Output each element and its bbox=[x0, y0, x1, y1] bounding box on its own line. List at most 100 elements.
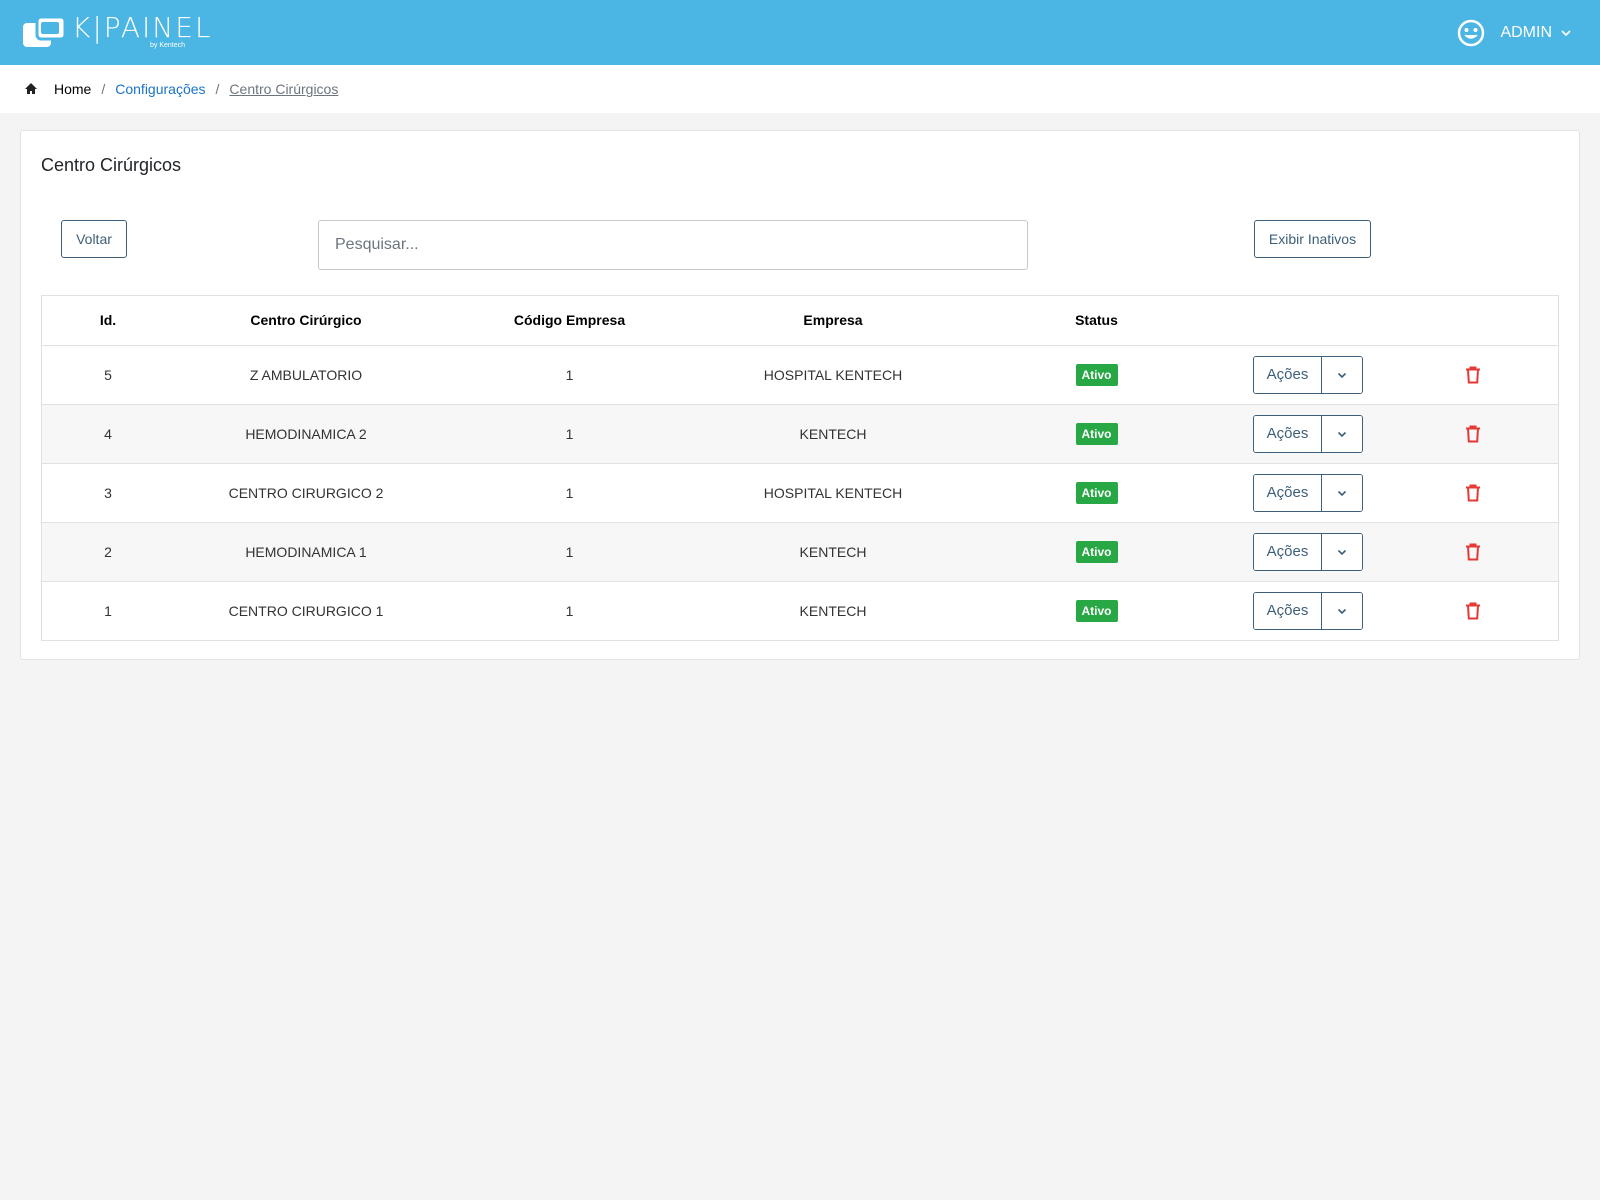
actions-button-group: Ações bbox=[1253, 473, 1363, 512]
cell-delete bbox=[1388, 404, 1558, 464]
cell-codigo: 1 bbox=[438, 345, 701, 405]
chevron-down-icon bbox=[1337, 372, 1347, 378]
table-row: 1 CENTRO CIRURGICO 1 1 KENTECH Ativo Açõ… bbox=[42, 581, 1558, 640]
trash-icon[interactable] bbox=[1464, 425, 1482, 443]
breadcrumb-separator: / bbox=[101, 81, 106, 97]
back-button[interactable]: Voltar bbox=[61, 220, 127, 258]
status-badge: Ativo bbox=[1075, 422, 1118, 445]
search-input[interactable] bbox=[318, 220, 1028, 270]
top-navbar: K|PAINEL by Kentech ADMIN bbox=[0, 0, 1600, 65]
actions-button[interactable]: Ações bbox=[1254, 474, 1322, 511]
column-header-empresa[interactable]: Empresa bbox=[701, 296, 965, 346]
cell-empresa: HOSPITAL KENTECH bbox=[701, 345, 965, 405]
actions-dropdown-toggle[interactable] bbox=[1322, 533, 1362, 570]
show-inactive-button[interactable]: Exibir Inativos bbox=[1254, 220, 1371, 258]
user-name: ADMIN bbox=[1500, 23, 1552, 41]
cell-actions: Ações bbox=[1228, 463, 1388, 523]
cell-actions: Ações bbox=[1228, 404, 1388, 464]
column-header-centro[interactable]: Centro Cirúrgico bbox=[174, 296, 438, 346]
trash-icon[interactable] bbox=[1464, 602, 1482, 620]
breadcrumb-current: Centro Cirúrgicos bbox=[229, 81, 339, 97]
cell-codigo: 1 bbox=[565, 602, 574, 619]
cell-empresa: KENTECH bbox=[799, 602, 867, 619]
logo-mark-icon bbox=[22, 15, 67, 49]
cell-empresa: KENTECH bbox=[701, 404, 965, 464]
cell-centro: CENTRO CIRURGICO 1 bbox=[228, 602, 384, 619]
cell-centro: HEMODINAMICA 2 bbox=[174, 404, 438, 464]
cell-id: 1 bbox=[104, 602, 112, 619]
cell-delete bbox=[1388, 581, 1558, 640]
chevron-down-icon bbox=[1560, 27, 1572, 39]
logo-byline: by Kentech bbox=[150, 42, 186, 49]
actions-button-group: Ações bbox=[1253, 414, 1363, 453]
table-row: 3 CENTRO CIRURGICO 2 1 HOSPITAL KENTECH … bbox=[42, 463, 1558, 523]
cell-status: Ativo bbox=[965, 581, 1228, 640]
column-header-actions bbox=[1228, 296, 1388, 346]
cell-empresa: KENTECH bbox=[701, 522, 965, 582]
status-badge: Ativo bbox=[1075, 363, 1118, 386]
chevron-down-icon bbox=[1337, 431, 1347, 437]
actions-button-group: Ações bbox=[1253, 355, 1363, 394]
cell-id: 5 bbox=[42, 345, 174, 405]
cell-id: 4 bbox=[42, 404, 174, 464]
column-header-codigo[interactable]: Código Empresa bbox=[438, 296, 701, 346]
cell-status: Ativo bbox=[965, 522, 1228, 582]
status-badge: Ativo bbox=[1075, 481, 1118, 504]
breadcrumb-home[interactable]: Home bbox=[54, 81, 91, 97]
cell-id: 3 bbox=[42, 463, 174, 523]
breadcrumb-configuracoes[interactable]: Configurações bbox=[115, 81, 205, 97]
breadcrumb: Home / Configurações / Centro Cirúrgicos bbox=[0, 65, 1600, 113]
actions-button[interactable]: Ações bbox=[1254, 592, 1322, 629]
app-logo[interactable]: K|PAINEL by Kentech bbox=[22, 12, 213, 52]
breadcrumb-separator: / bbox=[215, 81, 220, 97]
cell-status: Ativo bbox=[965, 404, 1228, 464]
actions-button[interactable]: Ações bbox=[1254, 533, 1322, 570]
cell-centro: HEMODINAMICA 1 bbox=[174, 522, 438, 582]
column-header-status[interactable]: Status bbox=[965, 296, 1228, 346]
actions-button[interactable]: Ações bbox=[1254, 356, 1322, 393]
actions-button-group: Ações bbox=[1253, 532, 1363, 571]
chevron-down-icon bbox=[1337, 490, 1347, 496]
cell-centro: Z AMBULATORIO bbox=[174, 345, 438, 405]
smiley-icon bbox=[1456, 18, 1486, 48]
cell-empresa: HOSPITAL KENTECH bbox=[701, 463, 965, 523]
actions-dropdown-toggle[interactable] bbox=[1322, 474, 1362, 511]
page-title: Centro Cirúrgicos bbox=[41, 155, 182, 175]
user-menu[interactable]: ADMIN bbox=[1456, 0, 1572, 65]
column-header-delete bbox=[1388, 296, 1558, 346]
trash-icon[interactable] bbox=[1464, 366, 1482, 384]
status-badge: Ativo bbox=[1075, 599, 1118, 622]
trash-icon[interactable] bbox=[1464, 484, 1482, 502]
actions-dropdown-toggle[interactable] bbox=[1322, 356, 1362, 393]
cell-delete bbox=[1388, 345, 1558, 405]
trash-icon[interactable] bbox=[1464, 543, 1482, 561]
cell-codigo: 1 bbox=[438, 463, 701, 523]
cell-id: 2 bbox=[42, 522, 174, 582]
chevron-down-icon bbox=[1337, 608, 1347, 614]
data-table: Id. Centro Cirúrgico Código Empresa Empr… bbox=[41, 295, 1559, 641]
cell-codigo: 1 bbox=[438, 522, 701, 582]
cell-actions: Ações bbox=[1228, 522, 1388, 582]
actions-dropdown-toggle[interactable] bbox=[1322, 415, 1362, 452]
table-row: 4 HEMODINAMICA 2 1 KENTECH Ativo Ações bbox=[42, 404, 1558, 464]
cell-delete bbox=[1388, 463, 1558, 523]
cell-centro: CENTRO CIRURGICO 2 bbox=[174, 463, 438, 523]
content-card: Centro Cirúrgicos Voltar Exibir Inativos… bbox=[20, 130, 1580, 660]
actions-button-group: Ações bbox=[1253, 591, 1363, 630]
cell-actions: Ações bbox=[1228, 581, 1388, 640]
cell-status: Ativo bbox=[965, 345, 1228, 405]
home-icon[interactable] bbox=[24, 82, 38, 96]
cell-delete bbox=[1388, 522, 1558, 582]
actions-dropdown-toggle[interactable] bbox=[1322, 592, 1362, 629]
cell-actions: Ações bbox=[1228, 345, 1388, 405]
cell-codigo: 1 bbox=[438, 404, 701, 464]
actions-button[interactable]: Ações bbox=[1254, 415, 1322, 452]
table-row: 2 HEMODINAMICA 1 1 KENTECH Ativo Ações bbox=[42, 522, 1558, 582]
logo-text: K|PAINEL bbox=[72, 11, 213, 44]
table-row: 5 Z AMBULATORIO 1 HOSPITAL KENTECH Ativo… bbox=[42, 345, 1558, 405]
chevron-down-icon bbox=[1337, 549, 1347, 555]
table-header-row: Id. Centro Cirúrgico Código Empresa Empr… bbox=[42, 296, 1558, 346]
column-header-id[interactable]: Id. bbox=[42, 296, 174, 346]
status-badge: Ativo bbox=[1075, 540, 1118, 563]
cell-status: Ativo bbox=[965, 463, 1228, 523]
